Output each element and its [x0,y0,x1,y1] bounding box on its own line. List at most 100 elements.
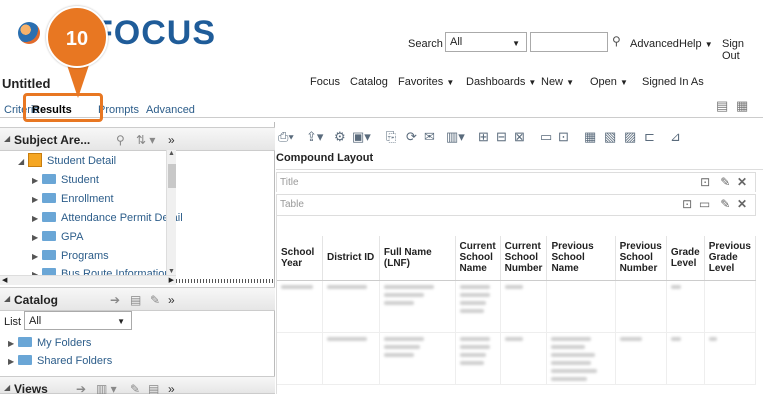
print-icon[interactable]: ⎙▾ [278,129,294,145]
dashboards-label: Dashboards [466,76,526,88]
column-header[interactable]: District ID [322,236,380,281]
scroll-left-icon[interactable]: ◀ [2,276,7,284]
signed-in-as-menu[interactable]: Signed In As [642,76,704,88]
folder-icon [18,355,32,365]
legend-icon[interactable]: ⊿ [670,129,681,145]
chart-icon[interactable]: ▥ ▾ [96,382,117,394]
arrow-right-icon[interactable]: ➔ [76,382,86,394]
copy-icon[interactable]: ▤ [130,293,141,307]
grid-icon[interactable]: ▭ [699,197,710,211]
close-icon[interactable]: ✕ [737,197,747,211]
column-header[interactable]: Current School Number [500,236,548,281]
edit-icon[interactable]: ✎ [150,293,160,307]
tree-folder-student[interactable]: ▶ Student [32,174,99,186]
narrative-icon[interactable]: ▭ [540,129,552,145]
new-menu[interactable]: New ▼ [541,76,574,88]
subject-areas-horizontal-scrollbar[interactable]: ◀ ▶ [0,275,176,285]
format-icon[interactable]: ⊡ [682,197,692,211]
column-header[interactable]: Previous School Number [615,236,667,281]
chevron-down-icon: ▼ [512,39,520,48]
compound-layout-title: Compound Layout [276,152,763,170]
close-icon[interactable]: ✕ [737,175,747,189]
catalog-link[interactable]: Catalog [350,76,388,88]
subject-area-root[interactable]: ◢ Student Detail [18,153,116,167]
chevron-down-icon: ▼ [566,78,574,87]
tree-folder-gpa[interactable]: ▶ GPA [32,231,83,243]
tree-folder-enrollment[interactable]: ▶ Enrollment [32,193,114,205]
edit-icon[interactable]: ✎ [720,197,730,211]
export-icon[interactable]: ⇪▾ [306,129,323,145]
view-properties-icon[interactable]: ⚙ [334,129,346,145]
table-row [277,332,757,385]
redacted-cell [546,332,616,385]
collapse-arrow-icon: ◢ [18,157,25,166]
results-table: School Year District ID Full Name (LNF) … [276,216,757,394]
view-selector-icon[interactable]: ▨ [624,129,636,145]
search-icon[interactable]: ⚲ [116,133,125,147]
arrow-right-icon[interactable]: ➔ [110,293,120,307]
chart-icon[interactable]: ▥▾ [446,129,465,145]
compound-layout-icon[interactable]: ⊏ [644,129,655,145]
redacted-cell [379,280,456,333]
advanced-search-link[interactable]: Advanced [630,38,679,50]
panel-splitter[interactable] [176,279,274,283]
collapse-icon[interactable]: ◢ [4,383,10,392]
open-menu[interactable]: Open ▼ [590,76,628,88]
column-header[interactable]: Full Name (LNF) [379,236,456,281]
selection-icon[interactable]: ▦ [584,129,596,145]
tree-my-folders[interactable]: ▶ My Folders [8,337,91,349]
email-icon[interactable]: ✉ [424,129,435,145]
save-as-icon[interactable]: ▦ [736,98,748,114]
collapse-icon[interactable]: ◢ [4,134,10,143]
column-header[interactable]: Previous School Name [546,236,616,281]
scroll-up-icon[interactable]: ▲ [168,150,175,157]
scroll-down-icon[interactable]: ▼ [168,268,175,275]
catalog-list-select[interactable]: All ▼ [24,311,132,330]
pivot-icon[interactable]: ⊞ [478,129,489,145]
format-icon[interactable]: ⊡ [700,175,710,189]
expand-icon[interactable]: » [168,133,175,147]
focus-link[interactable]: Focus [310,76,340,88]
table-icon[interactable]: ⊟ [496,129,507,145]
scroll-right-icon[interactable]: ▶ [169,276,174,284]
sort-icon[interactable]: ⇅ ▾ [136,133,155,147]
edit-icon[interactable]: ✎ [720,175,730,189]
tree-folder-programs[interactable]: ▶ Programs [32,250,109,262]
redacted-cell [455,332,501,385]
column-header[interactable]: Previous Grade Level [704,236,757,281]
district-globe-icon [18,22,40,44]
tree-folder-label: Attendance Permit Detail [61,212,183,224]
chevron-down-icon: ▼ [704,40,713,49]
print-preview-icon[interactable]: ⎘ [386,129,396,145]
scroll-thumb[interactable] [168,164,176,188]
save-icon[interactable]: ▤ [716,98,728,114]
favorites-menu[interactable]: Favorites ▼ [398,76,454,88]
add-view-icon[interactable]: ▣▾ [352,129,371,145]
dashboards-menu[interactable]: Dashboards ▼ [466,76,536,88]
column-header[interactable]: Current School Name [455,236,501,281]
filter-icon[interactable]: ⊠ [514,129,525,145]
edit-icon[interactable]: ✎ [130,382,140,394]
column-header[interactable]: Grade Level [666,236,705,281]
collapse-icon[interactable]: ◢ [4,294,10,303]
expand-icon[interactable]: » [168,293,175,307]
expand-icon[interactable]: » [168,382,175,394]
refresh-icon[interactable]: ⟳ [406,129,417,145]
properties-icon[interactable]: ▤ [148,382,159,394]
table-view[interactable]: Table ⊡ ▭ ✎ ✕ [276,194,756,216]
search-scope-select[interactable]: All ▼ [445,32,527,52]
search-icon[interactable]: ⚲ [612,34,621,48]
title-view[interactable]: Title ⊡ ✎ ✕ [276,172,756,192]
ticker-icon[interactable]: ⊡ [558,129,569,145]
subject-areas-vertical-scrollbar[interactable]: ▲ ▼ [166,150,176,275]
tree-folder-label: Shared Folders [37,355,113,367]
expand-arrow-icon: ▶ [32,252,39,261]
help-menu[interactable]: Help ▼ [679,38,713,50]
tree-folder-attendance-permit[interactable]: ▶ Attendance Permit Detail [32,212,183,224]
column-header[interactable]: School Year [277,236,323,281]
tab-advanced[interactable]: Advanced [146,104,195,116]
column-selector-icon[interactable]: ▧ [604,129,616,145]
tree-shared-folders[interactable]: ▶ Shared Folders [8,355,112,367]
search-input[interactable] [530,32,608,52]
tab-prompts[interactable]: Prompts [98,104,139,116]
